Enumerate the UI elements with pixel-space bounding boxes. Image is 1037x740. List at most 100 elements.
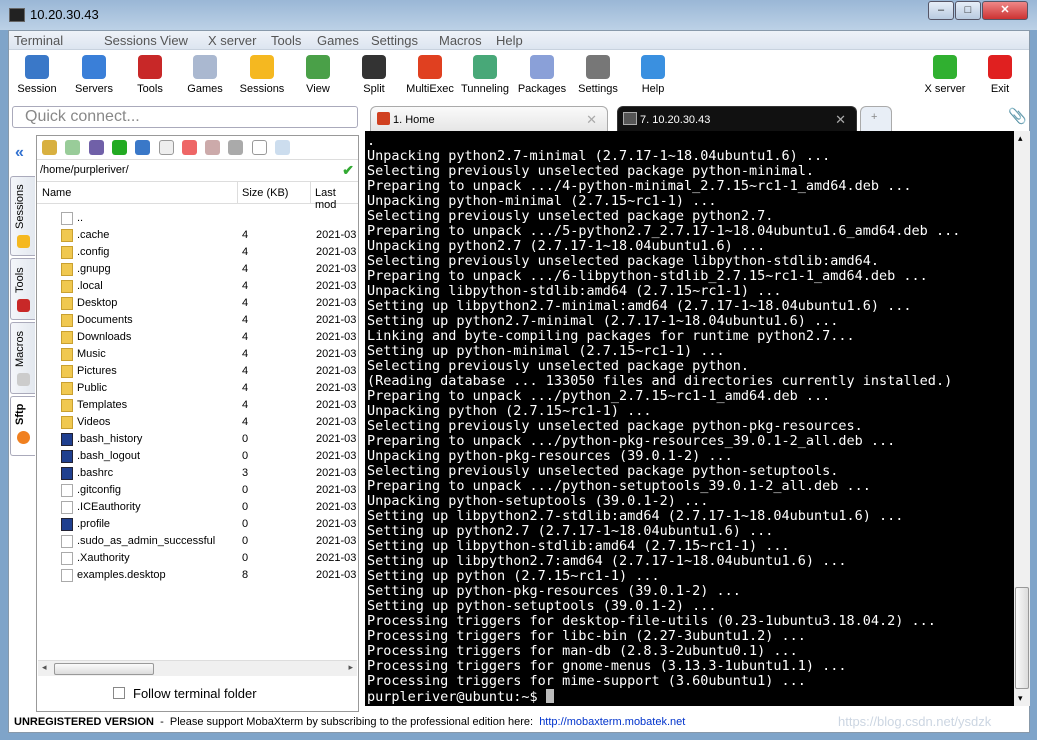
close-tab-icon[interactable]: ✕ [586, 112, 597, 128]
new-tab-button[interactable]: + [860, 106, 892, 131]
tab-sessions[interactable]: Sessions [10, 176, 35, 256]
packages-button[interactable]: Packages [512, 53, 572, 95]
menu-terminal[interactable]: Terminal [14, 33, 63, 48]
terminal-line: (Reading database ... 133050 files and d… [367, 373, 953, 389]
file-icon [61, 484, 73, 497]
folder-icon [61, 365, 73, 378]
file-modified: 2021-03 [316, 297, 357, 309]
parent-folder-icon[interactable] [42, 140, 57, 155]
close-button[interactable]: ✕ [982, 1, 1028, 20]
new-folder-icon[interactable] [135, 140, 151, 155]
file-row[interactable]: Music 4 2021-03 [37, 346, 358, 363]
attachment-icon[interactable]: 📎 [1008, 107, 1027, 125]
settings-button[interactable]: Settings [568, 53, 628, 95]
tools-button[interactable]: Tools [120, 53, 180, 95]
file-row[interactable]: .bash_history 0 2021-03 [37, 431, 358, 448]
terminal-tabs: 1. Home ✕ 7. 10.20.30.43 ✕ + 📎 [364, 104, 1029, 131]
file-row[interactable]: .gitconfig 0 2021-03 [37, 482, 358, 499]
games-button[interactable]: Games [175, 53, 235, 95]
tab-session-10-20-30-43[interactable]: 7. 10.20.30.43 ✕ [617, 106, 857, 131]
sessions-button[interactable]: Sessions [232, 53, 292, 95]
split-button[interactable]: Split [344, 53, 404, 95]
terminal-line: Preparing to unpack .../5-python2.7_2.7.… [367, 223, 961, 239]
column-name[interactable]: Name [42, 187, 71, 199]
magic-wand-icon[interactable] [205, 140, 221, 155]
servers-button[interactable]: Servers [64, 53, 124, 95]
file-row[interactable]: .bashrc 3 2021-03 [37, 465, 358, 482]
quick-connect-input[interactable]: Quick connect... [12, 106, 358, 128]
horizontal-scrollbar[interactable]: ◂ ▸ [38, 660, 357, 676]
tab-tools[interactable]: Tools [10, 258, 35, 320]
file-row[interactable]: .ICEauthority 0 2021-03 [37, 499, 358, 516]
file-size: 4 [242, 314, 249, 326]
terminal-line: Setting up libpython2.7:amd64 (2.7.17-1~… [367, 553, 847, 569]
menu-view[interactable]: View [160, 33, 188, 48]
terminal-line: Setting up libpython-stdlib:amd64 (2.7.1… [367, 538, 790, 554]
file-row[interactable]: Videos 4 2021-03 [37, 414, 358, 431]
file-size: 4 [242, 382, 249, 394]
file-row[interactable]: Desktop 4 2021-03 [37, 295, 358, 312]
new-file-icon[interactable] [158, 140, 174, 155]
file-name: Music [77, 348, 106, 360]
tab-home[interactable]: 1. Home ✕ [370, 106, 608, 131]
refresh-icon[interactable] [111, 140, 127, 155]
menu-help[interactable]: Help [496, 33, 523, 48]
file-row[interactable]: Pictures 4 2021-03 [37, 363, 358, 380]
file-size: 4 [242, 229, 249, 241]
view-button[interactable]: View [288, 53, 348, 95]
terminal-line: Unpacking python2.7-minimal (2.7.17-1~18… [367, 148, 831, 164]
file-row[interactable]: .. [37, 210, 358, 227]
download-icon[interactable] [65, 140, 81, 155]
file-name: .config [77, 246, 110, 258]
menu-tools[interactable]: Tools [271, 33, 301, 48]
tunneling-button[interactable]: Tunneling [455, 53, 515, 95]
exit-button[interactable]: Exit [970, 53, 1030, 95]
follow-terminal-folder-checkbox[interactable]: Follow terminal folder [113, 686, 257, 701]
text-icon[interactable] [251, 140, 267, 155]
terminal-line: Selecting previously unselected package … [367, 253, 880, 269]
file-row[interactable]: .cache 4 2021-03 [37, 227, 358, 244]
file-row[interactable]: examples.desktop 8 2021-03 [37, 567, 358, 584]
file-row[interactable]: Downloads 4 2021-03 [37, 329, 358, 346]
sftp-icon [17, 431, 30, 444]
file-row[interactable]: .Xauthority 0 2021-03 [37, 550, 358, 567]
help-button[interactable]: Help [623, 53, 683, 95]
x-server-button[interactable]: X server [915, 53, 975, 95]
terminal-prompt[interactable]: purpleriver@ubuntu:~$ [367, 689, 1012, 705]
menu-games[interactable]: Games [317, 33, 359, 48]
file-row[interactable]: .gnupg 4 2021-03 [37, 261, 358, 278]
list-view-icon[interactable] [275, 140, 290, 155]
delete-icon[interactable] [181, 140, 197, 155]
menu-sessions[interactable]: Sessions [104, 33, 157, 48]
file-row[interactable]: Templates 4 2021-03 [37, 397, 358, 414]
terminal-output[interactable]: . Unpacking python2.7-minimal (2.7.17-1~1… [365, 131, 1014, 706]
multiexec-button[interactable]: MultiExec [400, 53, 460, 95]
terminal-icon[interactable] [228, 140, 244, 155]
file-row[interactable]: Documents 4 2021-03 [37, 312, 358, 329]
menu-macros[interactable]: Macros [439, 33, 482, 48]
close-tab-icon[interactable]: ✕ [835, 112, 846, 128]
file-row[interactable]: .sudo_as_admin_successful 0 2021-03 [37, 533, 358, 550]
file-size: 0 [242, 535, 249, 547]
file-name: Videos [77, 416, 111, 428]
upload-icon[interactable] [88, 140, 104, 155]
column-size[interactable]: Size (KB) [242, 187, 288, 199]
mobaxterm-link[interactable]: http://mobaxterm.mobatek.net [539, 716, 685, 728]
checkmark-icon[interactable]: ✔ [342, 162, 354, 179]
file-row[interactable]: Public 4 2021-03 [37, 380, 358, 397]
minimize-button[interactable]: – [928, 1, 954, 20]
tab-macros[interactable]: Macros [10, 322, 35, 394]
tab-sftp[interactable]: Sftp [10, 396, 35, 456]
collapse-sidebar-icon[interactable]: « [15, 144, 24, 162]
maximize-button[interactable]: □ [955, 1, 981, 20]
path-field[interactable]: /home/purpleriver/ ✔ [37, 160, 358, 182]
vertical-scrollbar[interactable]: ▴ ▾ [1014, 131, 1030, 706]
file-row[interactable]: .bash_logout 0 2021-03 [37, 448, 358, 465]
file-row[interactable]: .profile 0 2021-03 [37, 516, 358, 533]
menu-settings[interactable]: Settings [371, 33, 418, 48]
file-row[interactable]: .config 4 2021-03 [37, 244, 358, 261]
terminal-line: Preparing to unpack .../4-python-minimal… [367, 178, 912, 194]
file-row[interactable]: .local 4 2021-03 [37, 278, 358, 295]
menu-x-server[interactable]: X server [208, 33, 256, 48]
session-button[interactable]: Session [7, 53, 67, 95]
